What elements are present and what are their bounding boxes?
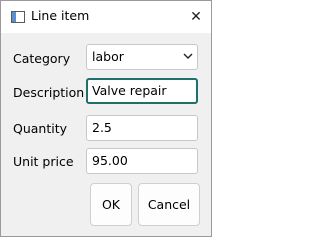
close-icon[interactable]: ✕: [185, 7, 207, 27]
description-label: Description: [13, 85, 85, 100]
quantity-label: Quantity: [13, 121, 68, 136]
unit-price-label: Unit price: [13, 154, 74, 169]
category-label: Category: [13, 51, 71, 66]
description-input[interactable]: Valve repair: [86, 78, 198, 104]
dialog-window: Line item ✕ Category labor Description V…: [0, 0, 212, 237]
app-window-icon: [11, 11, 25, 23]
window-title: Line item: [31, 8, 90, 23]
unit-price-input[interactable]: 95.00: [86, 148, 198, 174]
title-bar[interactable]: Line item ✕: [1, 1, 211, 33]
category-select[interactable]: labor: [86, 44, 198, 70]
ok-button[interactable]: OK: [90, 183, 132, 226]
category-value: labor: [92, 49, 124, 64]
chevron-down-icon: [183, 53, 193, 59]
quantity-input[interactable]: 2.5: [86, 115, 198, 141]
cancel-button[interactable]: Cancel: [138, 183, 200, 226]
